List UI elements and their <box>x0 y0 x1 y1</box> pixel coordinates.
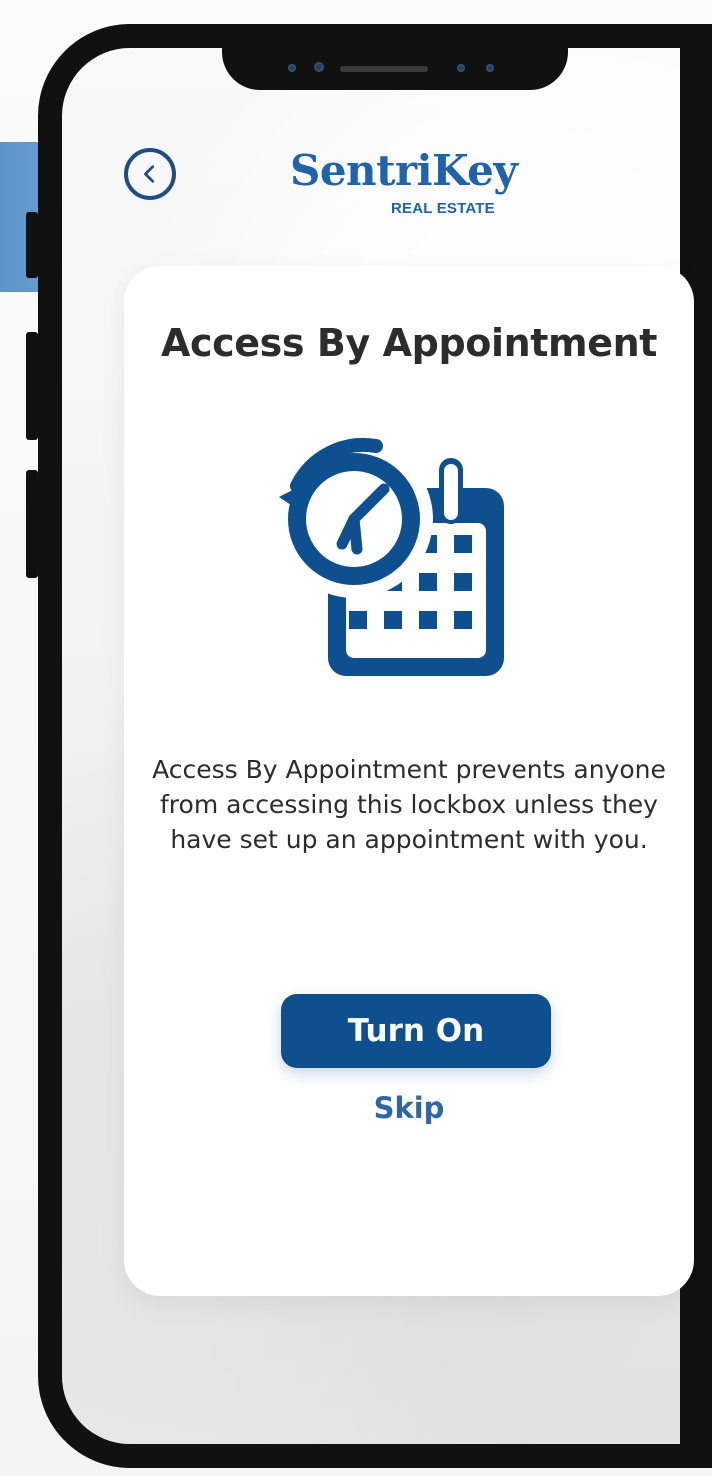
appointment-calendar-clock-icon <box>254 415 534 695</box>
brand-title: SentriKey <box>290 146 518 195</box>
brand-logo: SentriKey REAL ESTATE <box>290 150 518 220</box>
back-button[interactable] <box>124 148 176 200</box>
phone-side-button-top <box>26 212 38 278</box>
speaker-grille <box>340 66 428 72</box>
phone-side-button-middle <box>26 332 38 440</box>
skip-link[interactable]: Skip <box>124 1091 694 1125</box>
notch-sensor-right <box>457 64 465 72</box>
content-card: Access By Appointment Access By Appointm… <box>124 266 694 1296</box>
phone-frame: SentriKey REAL ESTATE Access By Appointm… <box>38 24 712 1468</box>
notch-sensor-left <box>288 64 296 72</box>
notch-camera-right <box>486 64 494 72</box>
feature-description: Access By Appointment prevents anyone fr… <box>152 755 666 854</box>
brand-subtitle: REAL ESTATE <box>391 200 495 217</box>
screen-title: Access By Appointment <box>160 321 657 365</box>
phone-side-button-bottom <box>26 470 38 578</box>
turn-on-button[interactable]: Turn On <box>281 994 551 1068</box>
chevron-left-icon <box>144 165 155 183</box>
notch-camera-left <box>314 62 324 72</box>
phone-notch <box>222 48 568 90</box>
